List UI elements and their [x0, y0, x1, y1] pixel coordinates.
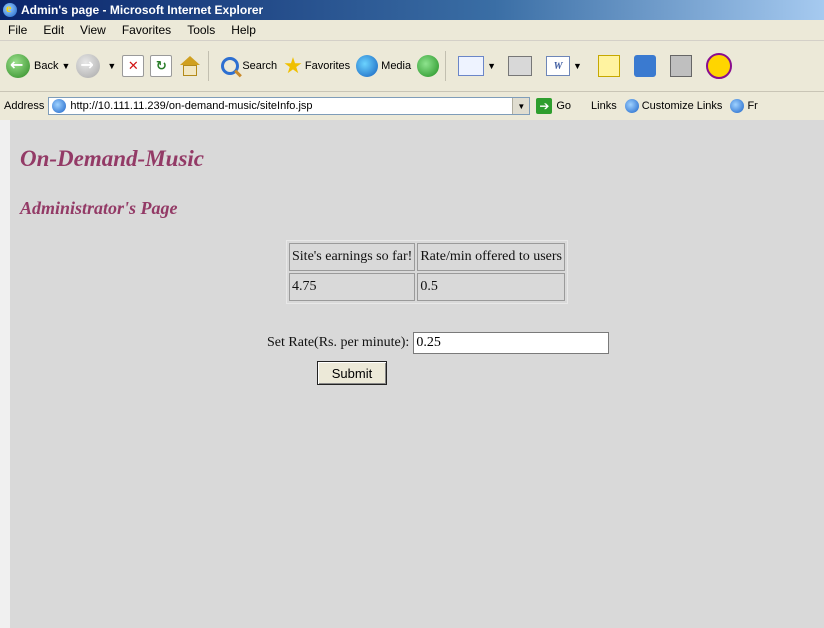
stop-button[interactable]: ✕ — [122, 55, 145, 77]
mail-button[interactable]: ▼ — [458, 56, 496, 76]
page-title: Administrator's Page — [20, 198, 178, 218]
stats-table: Site's earnings so far! Rate/min offered… — [286, 240, 568, 304]
favorites-button[interactable]: ★ Favorites — [283, 55, 350, 77]
menu-bar: File Edit View Favorites Tools Help — [0, 20, 824, 41]
earnings-header: Site's earnings so far! — [289, 243, 416, 271]
yahoo-button[interactable] — [698, 53, 732, 79]
link-page-icon — [730, 99, 745, 113]
window-title: Admin's page - Microsoft Internet Explor… — [21, 3, 264, 17]
home-icon — [178, 56, 202, 76]
fr-link[interactable]: Fr — [747, 100, 757, 112]
page-left-edge — [0, 120, 10, 628]
forward-button[interactable]: ▼ — [76, 54, 116, 78]
address-input[interactable]: http://10.111.11.239/on-demand-music/sit… — [48, 97, 531, 115]
page-content: On-Demand-Music Administrator's Page Sit… — [10, 120, 824, 628]
search-label: Search — [242, 60, 278, 72]
window-title-bar: Admin's page - Microsoft Internet Explor… — [0, 0, 824, 20]
menu-favorites[interactable]: Favorites — [114, 23, 179, 37]
rate-value: 0.5 — [417, 273, 565, 301]
address-label: Address — [4, 100, 45, 112]
back-icon — [6, 54, 30, 78]
set-rate-label: Set Rate(Rs. per minute): — [267, 335, 410, 350]
search-icon — [221, 57, 240, 75]
print-icon — [508, 56, 533, 76]
go-button[interactable]: Go — [556, 100, 571, 112]
earnings-value: 4.75 — [289, 273, 416, 301]
menu-help[interactable]: Help — [223, 23, 264, 37]
set-rate-row: Set Rate(Rs. per minute): — [267, 332, 610, 354]
notes-button[interactable] — [588, 55, 620, 77]
customize-links-link[interactable]: Customize Links — [642, 100, 723, 112]
menu-edit[interactable]: Edit — [35, 23, 72, 37]
favorites-star-icon: ★ — [283, 53, 303, 78]
mail-icon — [458, 56, 485, 76]
site-title: On-Demand-Music — [20, 146, 205, 171]
chevron-down-icon[interactable]: ▼ — [107, 61, 116, 71]
menu-file[interactable]: File — [0, 23, 35, 37]
edit-word-button[interactable]: W ▼ — [538, 56, 582, 76]
stop-icon: ✕ — [122, 55, 145, 77]
print-button[interactable] — [502, 56, 533, 76]
refresh-icon: ↻ — [150, 55, 173, 77]
messenger-button[interactable] — [662, 55, 692, 77]
link-page-icon — [624, 99, 639, 113]
menu-tools[interactable]: Tools — [179, 23, 223, 37]
table-header-row: Site's earnings so far! Rate/min offered… — [289, 243, 565, 271]
back-label: Back — [34, 60, 59, 72]
chevron-down-icon[interactable]: ▼ — [61, 61, 70, 71]
media-icon — [356, 55, 379, 77]
submit-button[interactable]: Submit — [317, 361, 387, 385]
forward-icon — [76, 54, 101, 78]
toolbar-separator — [208, 51, 210, 81]
table-row: 4.75 0.5 — [289, 273, 565, 301]
go-arrow-icon[interactable]: ➔ — [536, 98, 553, 114]
chevron-down-icon[interactable]: ▼ — [573, 61, 582, 71]
chevron-down-icon[interactable]: ▼ — [487, 61, 496, 71]
toolbar-separator — [445, 51, 447, 81]
rate-input[interactable] — [413, 332, 610, 354]
address-bar: Address http://10.111.11.239/on-demand-m… — [0, 92, 824, 121]
research-icon — [633, 55, 656, 77]
page-icon — [52, 99, 67, 113]
chevron-down-icon[interactable]: ▼ — [512, 98, 530, 114]
menu-view[interactable]: View — [72, 23, 114, 37]
rate-header: Rate/min offered to users — [417, 243, 565, 271]
notes-icon — [597, 55, 620, 77]
standard-toolbar: Back ▼ ▼ ✕ ↻ Search ★ Favorites Media ▼ … — [0, 41, 824, 92]
media-button[interactable]: Media — [356, 55, 411, 77]
address-url[interactable]: http://10.111.11.239/on-demand-music/sit… — [70, 100, 512, 112]
history-icon — [417, 55, 440, 77]
search-button[interactable]: Search — [221, 57, 277, 75]
yahoo-icon — [705, 53, 732, 79]
home-button[interactable] — [178, 56, 202, 76]
favorites-label: Favorites — [304, 60, 351, 72]
research-button[interactable] — [626, 55, 656, 77]
word-icon: W — [546, 56, 571, 76]
links-label[interactable]: Links — [591, 100, 617, 112]
refresh-button[interactable]: ↻ — [150, 55, 173, 77]
back-button[interactable]: Back ▼ — [6, 54, 70, 78]
history-button[interactable] — [417, 55, 440, 77]
ie-icon — [3, 1, 17, 17]
media-label: Media — [381, 60, 412, 72]
messenger-icon — [669, 55, 692, 77]
